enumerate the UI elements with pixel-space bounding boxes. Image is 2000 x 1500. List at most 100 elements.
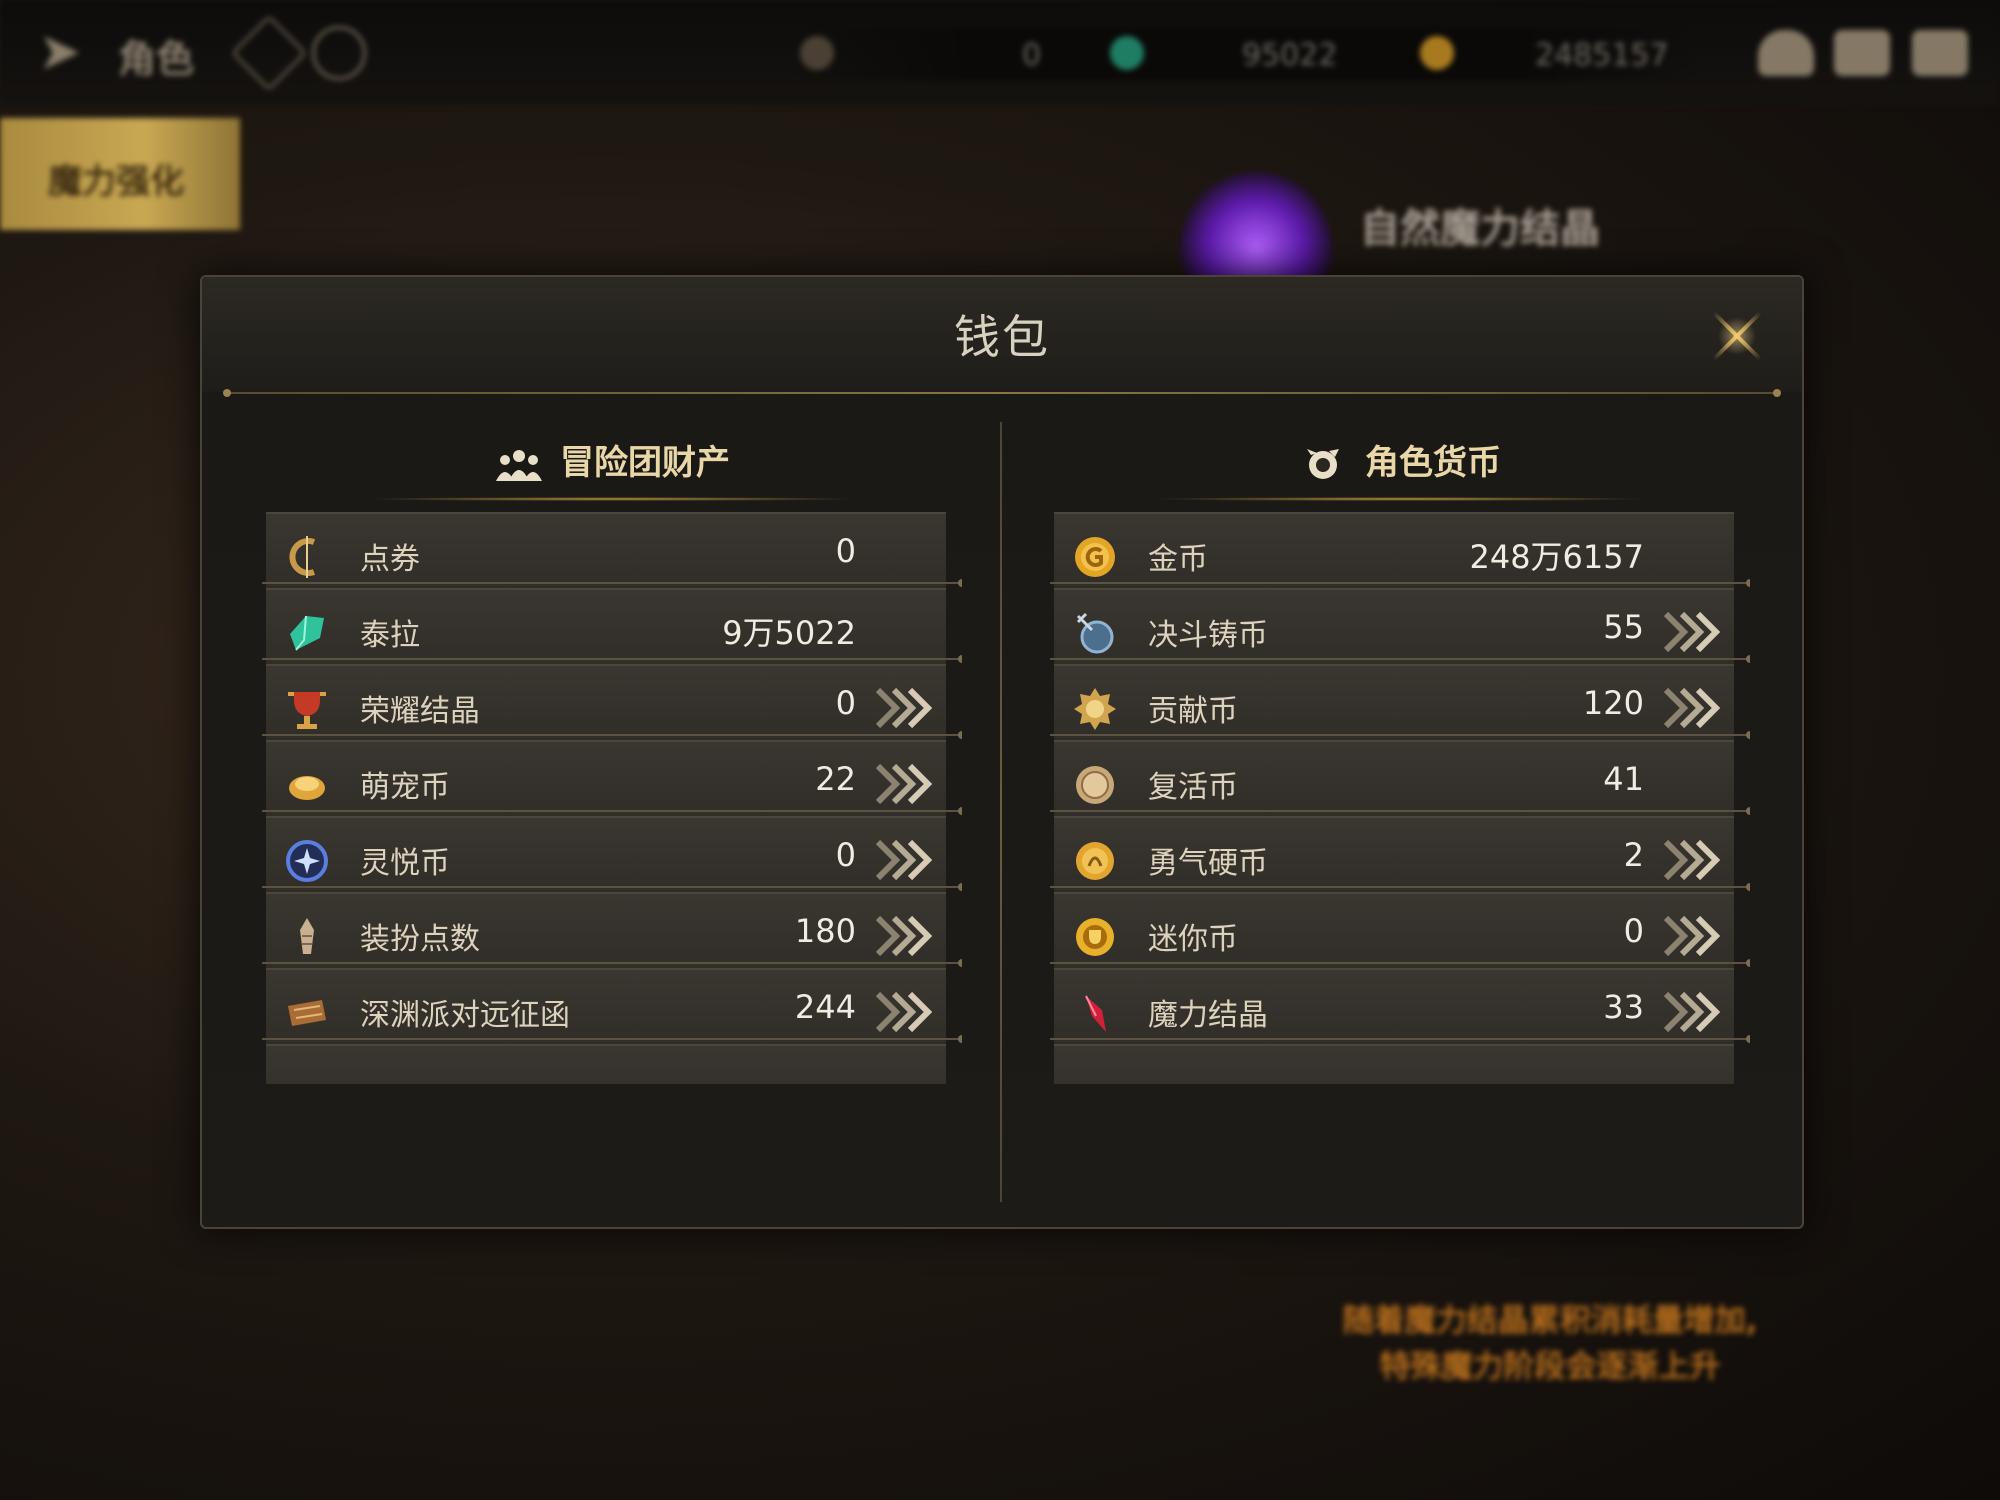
item-label: 点券 [360,542,420,577]
row-divider [1050,959,1750,967]
item-label: 迷你币 [1148,922,1238,957]
terra-gem-icon [284,610,330,656]
chevron-right-icon[interactable] [1660,990,1721,1034]
list-item[interactable]: 贡献币 120 [1054,664,1734,750]
chat-icon [1912,30,1968,76]
tab-magic-enhance: 魔力强化 [0,118,240,230]
adventure-team-assets: 冒险团财产 点券 0 泰拉 9万5022 荣耀结晶 0 萌宠币 22 灵悦币 0 装扮点数 180 深渊… [262,417,962,1084]
magic-crystal-icon [1072,990,1118,1036]
mini-coin-icon [1072,914,1118,960]
row-divider [262,731,962,739]
spirit-coin-icon [284,838,330,884]
wallet-dialog: 钱包 冒险团财产 点券 0 泰拉 9万5022 荣耀结晶 0 萌宠币 22 灵悦币 0 装扮点数 18… [200,275,1804,1229]
column-header: 角色货币 [1050,417,1750,502]
chevron-right-icon[interactable] [872,914,933,958]
currency-list: 金币 248万6157 决斗铸币 55 贡献币 120 复活币 41 勇气硬币 2 迷你币 0 魔力结晶… [1050,512,1750,1084]
list-item[interactable]: 魔力结晶 33 [1054,968,1734,1054]
mail-icon [1834,30,1890,76]
item-value: 2 [1623,836,1644,874]
chevron-right-icon[interactable] [872,762,933,806]
chevron-right-icon[interactable] [1660,914,1721,958]
list-item: 复活币 41 [1054,740,1734,826]
item-label: 魔力结晶 [1148,998,1268,1033]
list-item[interactable]: 迷你币 0 [1054,892,1734,978]
coupon-icon [284,534,330,580]
list-item[interactable]: 决斗铸币 55 [1054,588,1734,674]
warning-text: 随着魔力结晶累积消耗量增加, 特殊魔力阶段会逐渐上升 [1342,1303,1758,1385]
item-label: 荣耀结晶 [360,694,480,729]
item-value: 41 [1603,760,1644,798]
diamond-icon [230,14,308,92]
chevron-right-icon[interactable] [1660,610,1721,654]
courage-coin-icon [1072,838,1118,884]
item-value: 120 [1582,684,1644,722]
currency-strip-terra: 95022 [1242,38,1338,73]
group-icon [496,449,542,481]
chevron-right-icon[interactable] [1660,838,1721,882]
list-item[interactable]: 深渊派对远征函 244 [266,968,946,1054]
item-value: 0 [835,684,856,722]
item-value: 248万6157 [1469,538,1644,576]
row-divider [262,655,962,663]
row-divider [1050,579,1750,587]
revive-coin-icon [1072,762,1118,808]
gold-coin-icon [1072,534,1118,580]
item-label: 深渊派对远征函 [360,998,570,1033]
pet-coin-icon [284,762,330,808]
row-divider [262,579,962,587]
list-item[interactable]: 萌宠币 22 [266,740,946,826]
orb-title: 自然魔力结晶 [1360,206,1600,252]
trophy-icon [284,686,330,732]
abyss-ticket-icon [284,990,330,1036]
item-label: 勇气硬币 [1148,846,1268,881]
item-label: 萌宠币 [360,770,450,805]
item-value: 244 [794,988,856,1026]
row-divider [262,1035,962,1043]
currency-strip-gold: 2485157 [1535,38,1669,73]
row-divider [1050,731,1750,739]
close-button[interactable] [1702,301,1772,371]
chest-icon [1758,30,1814,76]
asset-list: 点券 0 泰拉 9万5022 荣耀结晶 0 萌宠币 22 灵悦币 0 装扮点数 180 深渊派对远征函 2… [262,512,962,1084]
item-label: 贡献币 [1148,694,1238,729]
costume-point-icon [284,914,330,960]
duel-coin-icon [1072,610,1118,656]
top-bar: ➤ 角色 0 95022 2485157 [0,0,2000,105]
list-item[interactable]: 灵悦币 0 [266,816,946,902]
column-header: 冒险团财产 [262,417,962,502]
character-coin-icon [1307,448,1339,479]
header-divider [223,389,1781,397]
chevron-right-icon[interactable] [872,686,933,730]
column-title: 冒险团财产 [560,443,730,483]
dialog-title: 钱包 [954,310,1050,364]
list-item: 泰拉 9万5022 [266,588,946,674]
item-label: 装扮点数 [360,922,480,957]
list-item-partial [266,1044,946,1084]
column-divider [1000,422,1002,1202]
row-divider [1050,1035,1750,1043]
coupon-icon [800,36,834,70]
list-item[interactable]: 勇气硬币 2 [1054,816,1734,902]
item-value: 0 [1623,912,1644,950]
row-divider [262,883,962,891]
chevron-right-icon[interactable] [872,990,933,1034]
list-item: 点券 0 [266,512,946,598]
gold-coin-icon [1420,36,1454,70]
list-item-partial [1054,1044,1734,1084]
row-divider [1050,655,1750,663]
row-divider [1050,883,1750,891]
back-arrow-icon: ➤ [38,22,82,82]
chevron-right-icon[interactable] [872,838,933,882]
list-item[interactable]: 荣耀结晶 0 [266,664,946,750]
list-item[interactable]: 装扮点数 180 [266,892,946,978]
item-value: 33 [1603,988,1644,1026]
search-icon [312,26,366,80]
item-value: 9万5022 [722,614,856,652]
item-label: 灵悦币 [360,846,450,881]
terra-gem-icon [1110,36,1144,70]
top-title: 角色 [118,37,195,81]
chevron-right-icon[interactable] [1660,686,1721,730]
item-value: 55 [1603,608,1644,646]
item-value: 0 [835,836,856,874]
item-label: 金币 [1148,542,1208,577]
